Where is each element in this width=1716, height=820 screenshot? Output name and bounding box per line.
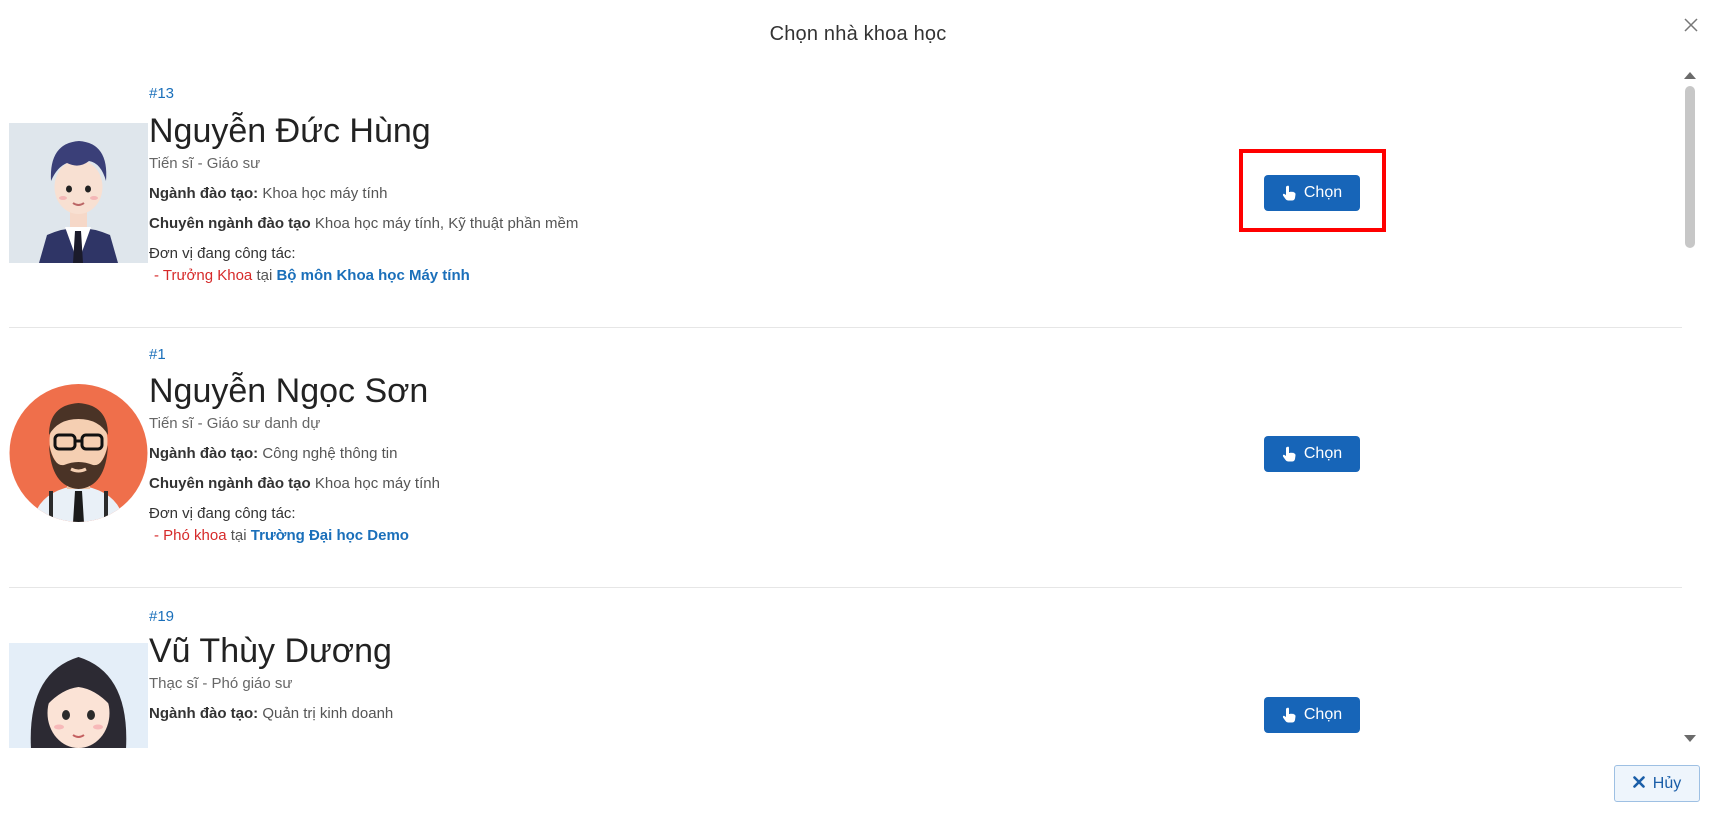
close-icon xyxy=(1632,775,1645,793)
female-avatar xyxy=(9,643,148,748)
dialog-header: Chọn nhà khoa học xyxy=(0,0,1716,68)
cancel-button[interactable]: Hủy xyxy=(1614,765,1700,802)
unit-line: - Phó khoa tại Trường Đại học Demo xyxy=(154,527,409,544)
hand-pointer-icon xyxy=(1282,446,1296,462)
choose-button[interactable]: Chọn xyxy=(1264,697,1360,733)
specialty-value: Khoa học máy tính xyxy=(314,475,440,492)
major-label: Ngành đào tạo: xyxy=(149,445,259,462)
at-text: tại xyxy=(256,267,273,284)
scientist-name: Nguyễn Ngọc Sơn xyxy=(149,372,429,410)
scientist-degree: Tiến sĩ - Giáo sư danh dự xyxy=(149,415,321,432)
scrollbar[interactable] xyxy=(1681,68,1699,748)
specialty-label: Chuyên ngành đào tạo xyxy=(149,215,311,232)
scroll-up-arrow-icon xyxy=(1684,72,1696,79)
scientist-name: Nguyễn Đức Hùng xyxy=(149,112,431,150)
highlight-box xyxy=(1239,149,1386,232)
org-link[interactable]: Bộ môn Khoa học Máy tính xyxy=(276,267,469,284)
bearded-man-avatar xyxy=(9,383,148,523)
at-text: tại xyxy=(230,527,247,544)
unit-label: Đơn vị đang công tác: xyxy=(149,245,296,262)
major-value: Quản trị kinh doanh xyxy=(262,705,394,722)
role-text: Trưởng Khoa xyxy=(162,267,253,284)
dash: - xyxy=(154,267,159,284)
choose-button[interactable]: Chọn xyxy=(1264,436,1360,472)
major-label: Ngành đào tạo: xyxy=(149,705,259,722)
close-icon[interactable] xyxy=(1680,14,1702,36)
role-text: Phó khoa xyxy=(163,527,227,544)
dash: - xyxy=(154,527,159,544)
scroll-thumb[interactable] xyxy=(1685,86,1695,248)
cancel-button-label: Hủy xyxy=(1652,774,1682,792)
scientist-degree: Thạc sĩ - Phó giáo sư xyxy=(149,675,293,692)
unit-line: - Trưởng Khoa tại Bộ môn Khoa học Máy tí… xyxy=(154,267,470,284)
org-link[interactable]: Trường Đại học Demo xyxy=(251,527,409,544)
major-value: Công nghệ thông tin xyxy=(262,445,398,462)
scientist-degree: Tiến sĩ - Giáo sư xyxy=(149,155,261,172)
male-suit-avatar xyxy=(9,123,148,263)
major-label: Ngành đào tạo: xyxy=(149,185,259,202)
scientist-id: #1 xyxy=(149,346,166,363)
specialty-line: Chuyên ngành đào tạo Khoa học máy tính, … xyxy=(149,215,578,232)
scientist-id: #19 xyxy=(149,608,175,625)
scientist-card: #19 Vũ Thùy Dương Thạc sĩ - Phó giáo sư … xyxy=(9,588,1682,748)
scroll-down-arrow-icon xyxy=(1684,735,1696,742)
specialty-label: Chuyên ngành đào tạo xyxy=(149,475,311,492)
major-line: Ngành đào tạo: Khoa học máy tính xyxy=(149,185,387,202)
choose-button-label: Chọn xyxy=(1303,445,1343,462)
scientist-card: #1 Nguyễn Ngọc Sơn Tiến sĩ - Giáo sư dan… xyxy=(9,328,1682,588)
major-line: Ngành đào tạo: Công nghệ thông tin xyxy=(149,445,397,462)
scientist-list[interactable]: #13 Nguyễn Đức Hùng Tiến sĩ - Giáo sư Ng… xyxy=(9,68,1682,748)
specialty-line: Chuyên ngành đào tạo Khoa học máy tính xyxy=(149,475,440,492)
scientist-card: #13 Nguyễn Đức Hùng Tiến sĩ - Giáo sư Ng… xyxy=(9,68,1682,328)
choose-button-label: Chọn xyxy=(1303,706,1343,723)
scientist-id: #13 xyxy=(149,85,175,102)
scientist-name: Vũ Thùy Dương xyxy=(149,632,392,670)
major-value: Khoa học máy tính xyxy=(262,185,388,202)
unit-label: Đơn vị đang công tác: xyxy=(149,505,296,522)
specialty-value: Khoa học máy tính, Kỹ thuật phần mềm xyxy=(314,215,579,232)
hand-pointer-icon xyxy=(1282,707,1296,723)
dialog-title: Chọn nhà khoa học xyxy=(769,22,947,45)
major-line: Ngành đào tạo: Quản trị kinh doanh xyxy=(149,705,393,722)
